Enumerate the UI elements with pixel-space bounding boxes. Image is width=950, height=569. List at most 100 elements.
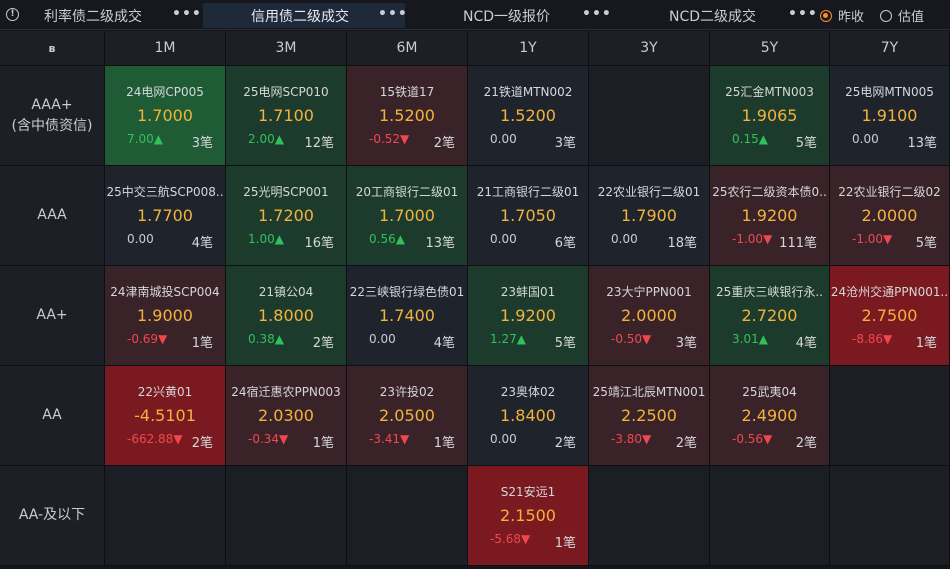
- bond-cell[interactable]: 25中交三航SCP008.. 1.7700 0.00 4笔: [105, 166, 226, 266]
- trade-count: 1笔: [433, 436, 455, 451]
- bond-cell[interactable]: 24沧州交通PPN001.. 2.7500 -8.86▼ 1笔: [830, 266, 950, 366]
- bond-change: -3.41▼: [369, 432, 410, 446]
- bond-name: 24宿迁惠农PPN003: [231, 385, 341, 399]
- trade-count: 13笔: [907, 136, 937, 151]
- bond-cell[interactable]: 25武夷04 2.4900 -0.56▼ 2笔: [710, 366, 830, 466]
- rating-label-cell: AA+: [0, 266, 105, 366]
- bond-yield: 1.9000: [137, 306, 193, 325]
- bond-yield: 1.7000: [137, 106, 193, 125]
- tenor-header-3m: 3M: [226, 31, 347, 66]
- radio-valuation[interactable]: 估值: [880, 6, 924, 25]
- tab-ncd-secondary[interactable]: NCD二级成交 •••: [615, 3, 818, 28]
- bond-yield: 1.7700: [137, 206, 193, 225]
- rating-label: AA: [42, 407, 62, 423]
- tab-credit-bond-secondary[interactable]: 信用债二级成交 •••: [203, 3, 408, 28]
- tenor-header-1m: 1M: [105, 31, 226, 66]
- bond-cell[interactable]: 22农业银行二级02 2.0000 -1.00▼ 5笔: [830, 166, 950, 266]
- more-icon[interactable]: •••: [582, 6, 612, 22]
- bond-change: 3.01▲: [732, 332, 768, 346]
- more-icon[interactable]: •••: [172, 6, 202, 22]
- trade-count: 2笔: [433, 136, 455, 151]
- trade-count: 12笔: [304, 136, 334, 151]
- bond-cell[interactable]: 22兴黄01 -4.5101 -662.88▼ 2笔: [105, 366, 226, 466]
- rating-row: AAA+ (含中债资信) 24电网CP005 1.7000 7.00▲ 3笔 25电网SCP…: [0, 66, 950, 166]
- tab-ncd-primary-quote[interactable]: NCD一级报价 •••: [410, 3, 612, 28]
- trade-count: 5笔: [915, 236, 937, 251]
- more-icon[interactable]: •••: [788, 6, 818, 22]
- radio-label: 昨收: [838, 10, 865, 25]
- trade-count: 1笔: [915, 336, 937, 351]
- bond-yield: 2.0300: [258, 406, 314, 425]
- bond-change: -0.56▼: [732, 432, 773, 446]
- bond-change: 0.15▲: [732, 132, 768, 146]
- bond-yield: 1.7900: [621, 206, 677, 225]
- bond-name: 23蚌国01: [500, 285, 556, 299]
- bond-yield: 2.7500: [861, 306, 918, 325]
- radio-prev-close[interactable]: 昨收: [820, 6, 864, 25]
- bond-yield: 2.0000: [861, 206, 918, 225]
- bond-cell[interactable]: 23大宁PPN001 2.0000 -0.50▼ 3笔: [589, 266, 710, 366]
- bond-yield: 1.7050: [500, 206, 556, 225]
- bond-change: 2.00▲: [248, 132, 284, 146]
- bond-name: 25电网MTN005: [845, 85, 934, 99]
- tab-label: 信用债二级成交: [251, 8, 349, 25]
- bond-name: 25光明SCP001: [243, 185, 329, 199]
- bond-change: -0.69▼: [127, 332, 168, 346]
- empty-cell: [589, 66, 710, 166]
- trade-count: 2笔: [191, 436, 213, 451]
- info-icon[interactable]: !: [6, 8, 19, 21]
- bond-cell[interactable]: 23奥体02 1.8400 0.00 2笔: [468, 366, 589, 466]
- bond-name: 25重庆三峡银行永..: [716, 285, 823, 299]
- trade-count: 4笔: [795, 336, 817, 351]
- bond-cell[interactable]: S21安远1 2.1500 -5.68▼ 1笔: [468, 466, 589, 566]
- bond-cell[interactable]: 25汇金MTN003 1.9065 0.15▲ 5笔: [710, 66, 830, 166]
- bond-name: 22兴黄01: [137, 385, 193, 399]
- bond-cell[interactable]: 21铁道MTN002 1.5200 0.00 3笔: [468, 66, 589, 166]
- bond-name: 23大宁PPN001: [606, 285, 692, 299]
- trade-count: 4笔: [433, 336, 455, 351]
- bond-name: 25靖江北辰MTN001: [592, 385, 706, 399]
- bond-name: 21工商银行二级01: [476, 185, 580, 199]
- bond-change: -1.00▼: [732, 232, 773, 246]
- bond-cell[interactable]: 25电网MTN005 1.9100 0.00 13笔: [830, 66, 950, 166]
- trade-count: 18笔: [667, 236, 697, 251]
- trade-count: 4笔: [191, 236, 213, 251]
- bond-cell[interactable]: 25光明SCP001 1.7200 1.00▲ 16笔: [226, 166, 347, 266]
- bond-change: 0.38▲: [248, 332, 284, 346]
- bond-cell[interactable]: 25电网SCP010 1.7100 2.00▲ 12笔: [226, 66, 347, 166]
- bond-yield: 1.8000: [258, 306, 314, 325]
- bond-yield: 1.7200: [258, 206, 314, 225]
- radio-checked-icon[interactable]: [820, 9, 832, 22]
- bond-cell[interactable]: 23许投02 2.0500 -3.41▼ 1笔: [347, 366, 468, 466]
- bond-cell[interactable]: 25农行二级资本债0.. 1.9200 -1.00▼ 111笔: [710, 166, 830, 266]
- bond-cell[interactable]: 22三峡银行绿色债01 1.7400 0.00 4笔: [347, 266, 468, 366]
- bond-cell[interactable]: 24津南城投SCP004 1.9000 -0.69▼ 1笔: [105, 266, 226, 366]
- tenor-header-1y: 1Y: [468, 31, 589, 66]
- bond-cell[interactable]: 22农业银行二级01 1.7900 0.00 18笔: [589, 166, 710, 266]
- rating-label: AAA+: [31, 96, 73, 113]
- trade-count: 13笔: [425, 236, 455, 251]
- tab-label: NCD一级报价: [463, 8, 551, 25]
- empty-cell: [830, 466, 950, 566]
- bond-yield: 1.5200: [379, 106, 435, 125]
- bond-cell[interactable]: 21工商银行二级01 1.7050 0.00 6笔: [468, 166, 589, 266]
- bond-cell[interactable]: 24电网CP005 1.7000 7.00▲ 3笔: [105, 66, 226, 166]
- more-icon[interactable]: •••: [378, 6, 408, 22]
- bond-change: 0.00: [852, 132, 879, 146]
- bond-cell[interactable]: 15铁道17 1.5200 -0.52▼ 2笔: [347, 66, 468, 166]
- bond-cell[interactable]: 24宿迁惠农PPN003 2.0300 -0.34▼ 1笔: [226, 366, 347, 466]
- rating-sublabel: (含中债资信): [11, 117, 93, 134]
- bond-cell[interactable]: 25靖江北辰MTN001 2.2500 -3.80▼ 2笔: [589, 366, 710, 466]
- empty-cell: [105, 466, 226, 566]
- bond-yield: 1.9200: [741, 206, 798, 225]
- bond-name: 25武夷04: [742, 385, 797, 399]
- trade-count: 111笔: [779, 236, 817, 251]
- bond-cell[interactable]: 20工商银行二级01 1.7000 0.56▲ 13笔: [347, 166, 468, 266]
- rating-label: AAA: [37, 207, 67, 223]
- bond-cell[interactable]: 25重庆三峡银行永.. 2.7200 3.01▲ 4笔: [710, 266, 830, 366]
- bond-cell[interactable]: 21镇公04 1.8000 0.38▲ 2笔: [226, 266, 347, 366]
- bond-cell[interactable]: 23蚌国01 1.9200 1.27▲ 5笔: [468, 266, 589, 366]
- radio-unchecked-icon[interactable]: [880, 9, 892, 22]
- tab-rate-bond-secondary[interactable]: 利率债二级成交 •••: [28, 3, 201, 28]
- bond-yield: 1.8400: [500, 406, 556, 425]
